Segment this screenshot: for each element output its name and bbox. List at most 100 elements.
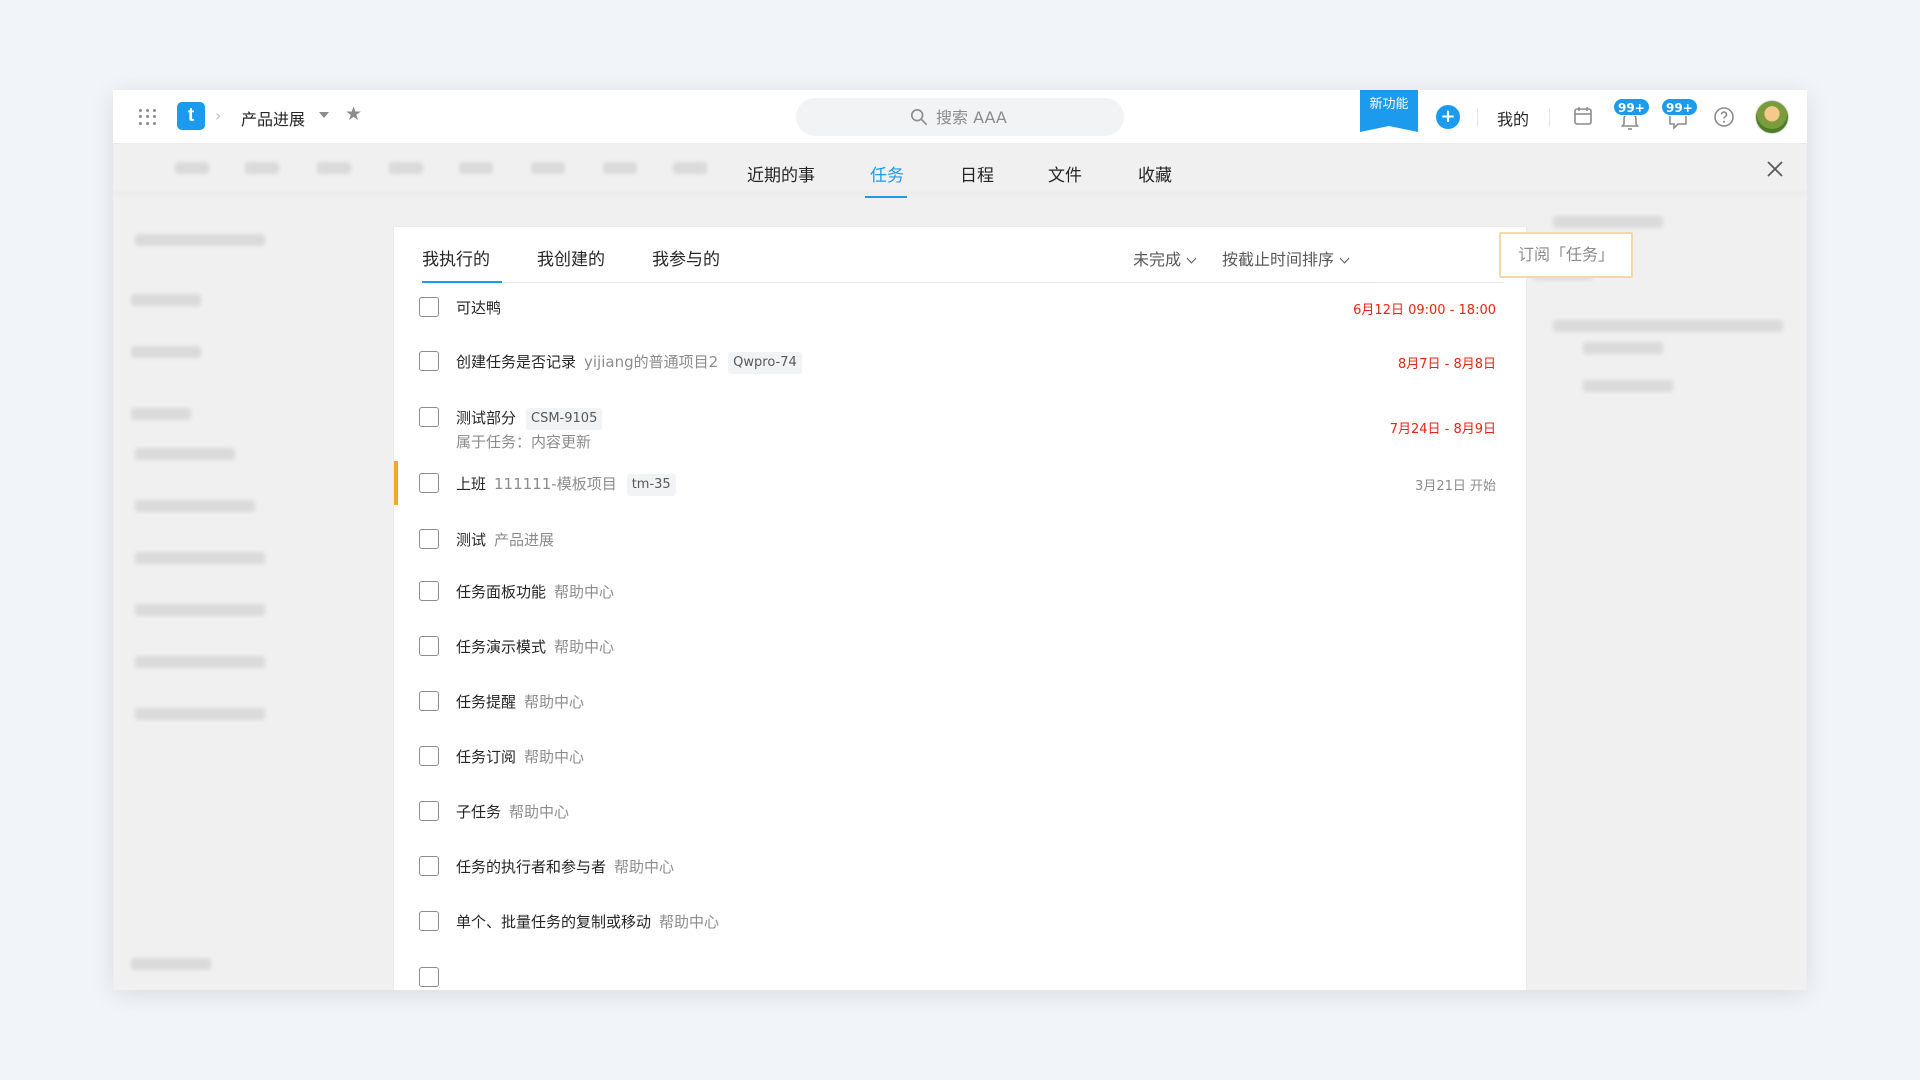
search-input[interactable] [936, 98, 1106, 136]
task-checkbox[interactable] [419, 473, 439, 493]
task-project: 帮助中心 [659, 913, 720, 931]
task-row[interactable]: 任务提醒 帮助中心 [394, 679, 1526, 723]
task-title-text: 测试部分 [456, 409, 517, 427]
task-checkbox[interactable] [419, 297, 439, 317]
app-window: t › 产品进展 ★ 新功能 + 我的 99+ [113, 90, 1807, 990]
new-feature-badge[interactable]: 新功能 [1360, 90, 1418, 132]
calendar-icon[interactable] [1571, 104, 1595, 128]
task-project: 帮助中心 [509, 803, 570, 821]
task-checkbox[interactable] [419, 407, 439, 427]
task-row[interactable]: 上班 111111-模板项目 tm-35 3月21日 开始 [394, 461, 1526, 505]
subtab-assigned-to-me[interactable]: 我执行的 [422, 245, 490, 270]
task-row[interactable]: 创建任务是否记录 yijiang的普通项目2 Qwpro-74 8月7日 - 8月8日 [394, 339, 1526, 383]
add-button[interactable]: + [1436, 105, 1460, 129]
task-title[interactable]: 测试部分 CSM-9105 [456, 407, 603, 430]
task-id-tag: tm-35 [626, 474, 676, 496]
task-row[interactable]: 任务演示模式 帮助中心 [394, 624, 1526, 668]
sort-filter[interactable]: 按截止时间排序 [1222, 246, 1350, 270]
help-icon[interactable] [1712, 105, 1736, 129]
tab-recent[interactable]: 近期的事 [747, 161, 815, 186]
active-subtab-indicator [422, 281, 502, 283]
task-checkbox[interactable] [419, 746, 439, 766]
app-logo[interactable]: t [177, 102, 205, 130]
subtab-created-by-me[interactable]: 我创建的 [537, 245, 605, 270]
task-project: 帮助中心 [524, 693, 585, 711]
task-due-date: 7月24日 - 8月9日 [1389, 422, 1496, 437]
task-id-tag: Qwpro-74 [728, 352, 802, 374]
chevron-down-icon [1186, 253, 1197, 264]
task-due-date: 8月7日 - 8月8日 [1397, 357, 1496, 372]
messages-badge: 99+ [1661, 98, 1698, 116]
task-checkbox[interactable] [419, 636, 439, 656]
task-title[interactable]: 任务订阅 帮助中心 [456, 746, 584, 767]
mine-link[interactable]: 我的 [1497, 106, 1529, 130]
priority-indicator [394, 461, 398, 505]
task-title-text: 测试 [456, 531, 487, 549]
task-title-text: 任务提醒 [456, 693, 517, 711]
apps-grid-icon[interactable] [137, 107, 157, 127]
task-project: 产品进展 [494, 531, 555, 549]
task-row[interactable]: 任务订阅 帮助中心 [394, 734, 1526, 778]
task-id-tag: CSM-9105 [526, 408, 603, 430]
task-title-text: 创建任务是否记录 [456, 353, 577, 371]
task-project: 帮助中心 [614, 858, 675, 876]
task-title-text: 任务演示模式 [456, 638, 547, 656]
subtab-participating[interactable]: 我参与的 [652, 245, 720, 270]
star-icon[interactable]: ★ [345, 103, 362, 125]
breadcrumb-chevron-icon: › [215, 106, 222, 125]
active-tab-indicator [865, 196, 907, 198]
tab-favorites[interactable]: 收藏 [1138, 161, 1172, 186]
task-title-text: 子任务 [456, 803, 502, 821]
task-checkbox[interactable] [419, 856, 439, 876]
task-title-text: 可达鸭 [456, 299, 502, 317]
status-filter[interactable]: 未完成 [1133, 246, 1197, 270]
task-checkbox[interactable] [419, 529, 439, 549]
task-title[interactable]: 单个、批量任务的复制或移动 帮助中心 [456, 911, 719, 932]
task-checkbox[interactable] [419, 581, 439, 601]
chevron-down-icon [1339, 253, 1350, 264]
project-name[interactable]: 产品进展 [241, 106, 305, 130]
task-row[interactable]: 可达鸭 6月12日 09:00 - 18:00 [394, 285, 1526, 329]
divider [1477, 108, 1478, 126]
task-row[interactable]: 任务的执行者和参与者 帮助中心 [394, 844, 1526, 888]
task-row[interactable] [394, 955, 1526, 990]
sort-filter-label: 按截止时间排序 [1222, 250, 1335, 269]
tab-files[interactable]: 文件 [1048, 161, 1082, 186]
task-checkbox[interactable] [419, 801, 439, 821]
task-title-text: 单个、批量任务的复制或移动 [456, 913, 652, 931]
task-row[interactable]: 单个、批量任务的复制或移动 帮助中心 [394, 899, 1526, 943]
task-project: 帮助中心 [524, 748, 585, 766]
task-title-text: 任务面板功能 [456, 583, 547, 601]
task-checkbox[interactable] [419, 967, 439, 987]
tab-tasks[interactable]: 任务 [870, 161, 904, 186]
task-title[interactable]: 任务演示模式 帮助中心 [456, 636, 614, 657]
search-bar[interactable] [796, 98, 1124, 136]
task-title[interactable]: 可达鸭 [456, 297, 501, 318]
task-title[interactable]: 创建任务是否记录 yijiang的普通项目2 Qwpro-74 [456, 351, 802, 374]
project-caret-down-icon[interactable] [319, 112, 329, 118]
task-checkbox[interactable] [419, 351, 439, 371]
task-project: 帮助中心 [554, 638, 615, 656]
sub-tabs: 我执行的 我创建的 我参与的 未完成 按截止时间排序 [422, 227, 1504, 283]
task-row[interactable]: 测试 产品进展 [394, 517, 1526, 561]
modal-nav: 近期的事 任务 日程 文件 收藏 [113, 144, 1807, 199]
tab-schedule[interactable]: 日程 [960, 161, 994, 186]
task-title[interactable]: 任务提醒 帮助中心 [456, 691, 584, 712]
task-checkbox[interactable] [419, 911, 439, 931]
task-checkbox[interactable] [419, 691, 439, 711]
user-avatar[interactable] [1755, 100, 1789, 134]
task-title-text: 上班 [456, 475, 487, 493]
subscribe-button[interactable]: 订阅「任务」 [1499, 232, 1633, 278]
search-icon [910, 108, 928, 126]
status-filter-label: 未完成 [1133, 250, 1182, 269]
close-icon[interactable] [1766, 160, 1784, 178]
task-row[interactable]: 任务面板功能 帮助中心 [394, 569, 1526, 613]
parent-task-label: 属于任务：内容更新 [456, 433, 592, 451]
task-title[interactable]: 测试 产品进展 [456, 529, 554, 550]
task-title[interactable]: 任务的执行者和参与者 帮助中心 [456, 856, 674, 877]
task-row[interactable]: 测试部分 CSM-9105 属于任务：内容更新 7月24日 - 8月9日 [394, 395, 1526, 459]
task-title[interactable]: 子任务 帮助中心 [456, 801, 569, 822]
task-title[interactable]: 任务面板功能 帮助中心 [456, 581, 614, 602]
task-title[interactable]: 上班 111111-模板项目 tm-35 [456, 473, 676, 496]
task-row[interactable]: 子任务 帮助中心 [394, 789, 1526, 833]
